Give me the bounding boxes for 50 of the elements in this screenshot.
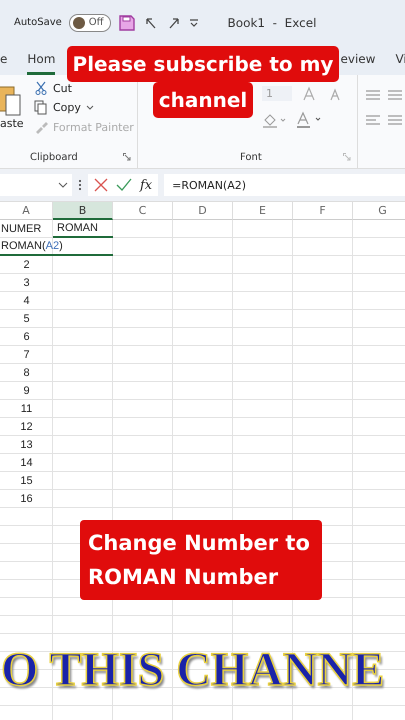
window-title: Book1 - Excel: [228, 16, 316, 30]
column-header[interactable]: F: [293, 202, 353, 220]
column-header[interactable]: B: [53, 202, 113, 220]
table-cell-text: 3: [22, 276, 31, 291]
table-cell-text: 15: [19, 474, 34, 489]
enter-icon[interactable]: [116, 178, 132, 192]
paste-button[interactable]: aste: [0, 117, 28, 130]
column-header[interactable]: D: [173, 202, 233, 220]
autosave-toggle[interactable]: Off: [68, 14, 111, 32]
chevron-icon[interactable]: [86, 104, 94, 110]
ribbon-tab[interactable]: eview: [340, 52, 376, 75]
headline-text: O THIS CHANNE: [1, 642, 384, 697]
group-label: Font: [240, 152, 262, 162]
ribbon-tab[interactable]: e: [0, 52, 8, 75]
copy-icon[interactable]: [34, 100, 48, 115]
cancel-icon[interactable]: [94, 178, 108, 192]
save-icon[interactable]: [118, 14, 136, 32]
table-cell-text: NUMER: [0, 222, 42, 237]
column-header[interactable]: C: [113, 202, 173, 220]
table-cell-text: 13: [19, 438, 34, 453]
table-cell-text: 4: [22, 294, 31, 309]
fill-color-icon[interactable]: [262, 112, 286, 128]
group-label: Clipboard: [30, 152, 78, 162]
table-cell: ROMAN: [53, 220, 113, 238]
table-cell-text: 2: [22, 258, 31, 273]
table-cell-text: 14: [19, 456, 34, 471]
table-cell-text: 8: [22, 366, 31, 381]
table-cell-text: 11: [20, 402, 34, 417]
dialog-launcher-icon[interactable]: [123, 153, 131, 161]
cut-button[interactable]: Cut: [53, 82, 72, 94]
subscribe-banner: channel: [152, 82, 254, 118]
autosave-label: AutoSave: [14, 17, 62, 28]
table-cell-text: 5: [22, 312, 31, 327]
font-color-icon[interactable]: [296, 111, 322, 129]
table-cell-text: 7: [22, 348, 31, 363]
table-cell-text: 12: [19, 420, 34, 435]
subscribe-banner: Please subscribe to my: [66, 46, 340, 82]
table-cell-text: 9: [22, 384, 31, 399]
table-cell[interactable]: ROMAN(A2): [0, 238, 113, 256]
table-cell-text: 6: [22, 330, 31, 345]
column-header[interactable]: E: [233, 202, 293, 220]
caption-banner: Change Number to ROMAN Number: [80, 520, 322, 600]
more-icon[interactable]: [78, 179, 82, 191]
insert-function-button[interactable]: fx: [140, 178, 152, 192]
copy-button[interactable]: Copy: [53, 101, 81, 114]
customize-icon[interactable]: [188, 18, 199, 28]
table-cell-text: 16: [19, 492, 34, 507]
formula-field[interactable]: =ROMAN(A2): [164, 174, 405, 196]
column-header[interactable]: G: [353, 202, 405, 220]
scissors-icon[interactable]: [34, 81, 48, 95]
